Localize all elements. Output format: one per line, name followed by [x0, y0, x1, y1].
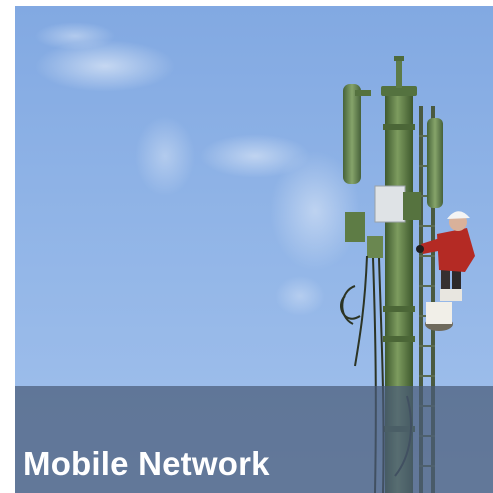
tile-caption: Mobile Network	[23, 445, 270, 482]
mobile-network-tile[interactable]: Mobile Network	[15, 6, 493, 493]
